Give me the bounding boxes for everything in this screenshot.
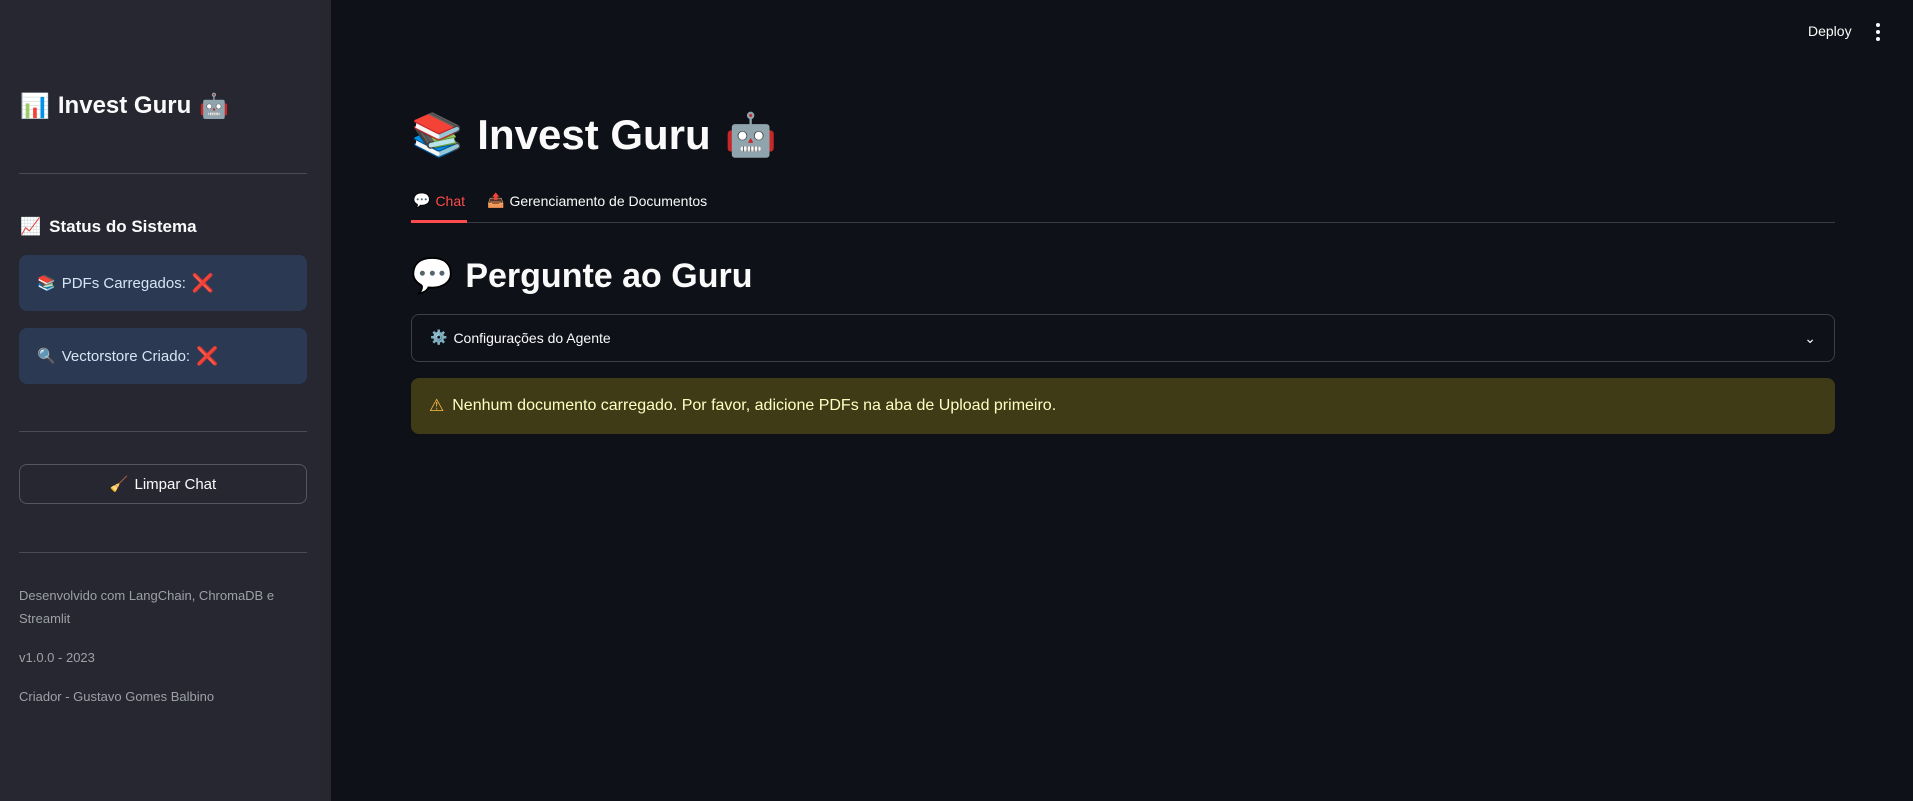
trend-chart-icon: 📈 [20,217,42,237]
gear-icon: ⚙️ [430,330,448,346]
agent-settings-label: Configurações do Agente [453,330,611,346]
cross-mark-icon: ❌ [196,345,219,366]
sidebar-title-text: Invest Guru [57,92,192,119]
footer-credits: Desenvolvido com LangChain, ChromaDB e S… [19,588,275,626]
clear-chat-label: Limpar Chat [134,475,217,493]
speech-bubble-icon: 💬 [411,256,454,296]
more-menu-icon[interactable] [1870,20,1886,44]
sidebar: 📊 Invest Guru 🤖 📈 Status do Sistema 📚 PD… [0,0,331,801]
page-title: 📚 Invest Guru 🤖 [411,110,777,160]
deploy-button[interactable]: Deploy [1808,23,1852,39]
cross-mark-icon: ❌ [191,272,215,293]
robot-icon: 🤖 [199,92,230,120]
warning-text: Nenhum documento carregado. Por favor, a… [452,397,1057,414]
tab-chat-label: Chat [435,193,466,209]
sidebar-divider [19,173,307,174]
bar-chart-icon: 📊 [20,92,50,120]
tab-chat[interactable]: 💬 Chat [411,190,468,223]
sidebar-divider [19,431,307,432]
page-title-text: Invest Guru [477,111,711,158]
chevron-down-icon: ⌄ [1804,329,1816,346]
books-icon: 📚 [37,274,56,292]
status-heading: 📈 Status do Sistema [20,217,197,237]
status-heading-text: Status do Sistema [49,217,197,236]
status-vectorstore-created: 🔍 Vectorstore Criado: ❌ [19,328,307,384]
agent-settings-expander[interactable]: ⚙️ Configurações do Agente ⌄ [411,314,1835,362]
books-icon: 📚 [411,110,464,159]
status-vectorstore-label: Vectorstore Criado: [61,347,191,365]
status-pdfs-label: PDFs Carregados: [61,274,186,292]
tab-document-management[interactable]: 📤 Gerenciamento de Documentos [485,190,709,223]
sidebar-divider [19,552,307,553]
warning-icon: ⚠ [429,396,445,415]
section-title: 💬 Pergunte ao Guru [411,256,752,296]
tab-bar: 💬 Chat 📤 Gerenciamento de Documentos [411,190,1835,223]
clear-chat-button[interactable]: 🧹 Limpar Chat [19,464,307,504]
section-title-text: Pergunte ao Guru [465,256,753,295]
magnifier-icon: 🔍 [37,347,56,365]
warning-alert: ⚠ Nenhum documento carregado. Por favor,… [411,378,1835,434]
status-pdfs-loaded: 📚 PDFs Carregados: ❌ [19,255,307,311]
robot-icon: 🤖 [724,110,777,159]
speech-bubble-icon: 💬 [413,193,431,209]
outbox-tray-icon: 📤 [487,193,505,209]
footer-version: v1.0.0 - 2023 [19,650,95,665]
tab-document-management-label: Gerenciamento de Documentos [509,193,708,209]
sidebar-title: 📊 Invest Guru 🤖 [20,92,229,120]
app-root: 📊 Invest Guru 🤖 📈 Status do Sistema 📚 PD… [0,0,1913,801]
footer-author: Criador - Gustavo Gomes Balbino [19,689,215,704]
broom-icon: 🧹 [109,475,129,493]
